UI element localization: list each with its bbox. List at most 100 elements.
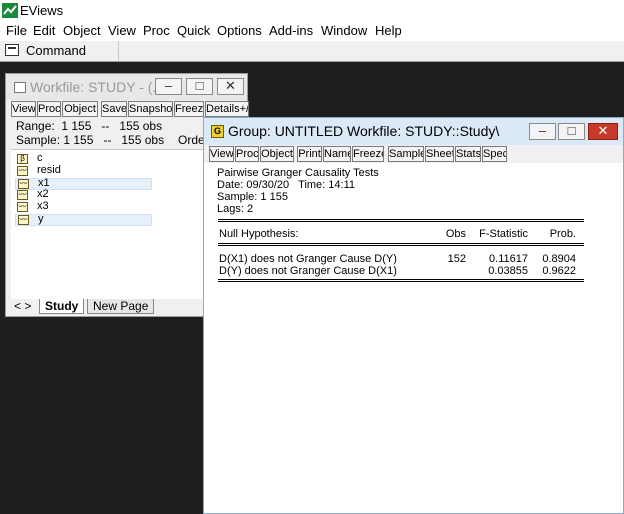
- menu-file[interactable]: File: [6, 23, 27, 38]
- list-item-resid[interactable]: 〰 resid: [15, 164, 152, 178]
- workfile-close-button[interactable]: ✕: [217, 78, 244, 95]
- grp-freeze-button[interactable]: Freeze: [352, 146, 384, 162]
- grp-stats-button[interactable]: Stats: [455, 146, 481, 162]
- workfile-order-label: Orde: [178, 133, 205, 147]
- tab-new-page[interactable]: New Page: [87, 299, 155, 314]
- col-header-prob: Prob.: [549, 228, 576, 240]
- table-rule-bottom: [218, 279, 584, 280]
- grp-proc-button[interactable]: Proc: [235, 146, 259, 162]
- row-fstat: 0.03855: [488, 265, 528, 277]
- row-fstat: 0.11617: [489, 253, 528, 265]
- tab-study[interactable]: Study: [39, 299, 85, 314]
- close-icon: ✕: [597, 123, 609, 138]
- workfile-title-bar[interactable]: Workfile: STUDY - (... – □ ✕: [6, 74, 247, 100]
- menu-view[interactable]: View: [108, 23, 136, 38]
- wf-save-button[interactable]: Save: [101, 101, 127, 117]
- row-obs: 152: [447, 253, 466, 265]
- group-title-bar[interactable]: G Group: UNTITLED Workfile: STUDY::Study…: [204, 118, 623, 145]
- command-button[interactable]: Command: [26, 43, 86, 58]
- eviews-logo-icon: [2, 3, 18, 18]
- maximize-icon: □: [567, 123, 576, 138]
- wf-proc-button[interactable]: Proc: [37, 101, 61, 117]
- output-heading: Pairwise Granger Causality Tests: [217, 167, 379, 179]
- grp-object-button[interactable]: Object: [260, 146, 294, 162]
- wf-view-button[interactable]: View: [11, 101, 36, 117]
- row-prob: 0.9622: [542, 265, 576, 277]
- table-rule-mid: [218, 243, 584, 244]
- minimize-icon: –: [164, 78, 173, 93]
- minimize-icon: –: [538, 123, 547, 138]
- table-rule-top: [218, 219, 584, 220]
- group-window: G Group: UNTITLED Workfile: STUDY::Study…: [203, 117, 624, 514]
- group-maximize-button[interactable]: □: [558, 123, 585, 140]
- row-hypothesis: D(X1) does not Granger Cause D(Y): [219, 253, 397, 265]
- command-window-icon: [5, 44, 19, 56]
- menu-add-ins[interactable]: Add-ins: [269, 23, 313, 38]
- wf-freeze-button[interactable]: Freeze: [174, 101, 204, 117]
- col-header-hypothesis: Null Hypothesis:: [219, 228, 299, 240]
- grp-spec-button[interactable]: Spec: [482, 146, 507, 162]
- menu-edit[interactable]: Edit: [33, 23, 55, 38]
- workfile-title: Workfile: STUDY - (...: [30, 79, 165, 95]
- output-lags: Lags: 2: [217, 203, 254, 215]
- menu-window[interactable]: Window: [321, 23, 367, 38]
- command-bar: Command: [0, 41, 624, 62]
- grp-sheet-button[interactable]: Sheet: [425, 146, 454, 162]
- app-title-bar: EViews: [0, 0, 624, 21]
- grp-print-button[interactable]: Print: [297, 146, 322, 162]
- series-icon: 〰: [17, 202, 28, 212]
- group-close-button[interactable]: ✕: [588, 123, 618, 140]
- group-icon: G: [211, 125, 224, 138]
- menu-proc[interactable]: Proc: [143, 23, 170, 38]
- close-icon: ✕: [225, 78, 236, 93]
- wf-object-button[interactable]: Object: [62, 101, 98, 117]
- grp-name-button[interactable]: Name: [323, 146, 351, 162]
- list-item-c[interactable]: β c: [15, 152, 152, 166]
- table-rule-mid-2: [218, 245, 584, 246]
- series-icon: 〰: [18, 215, 29, 225]
- list-item-x3[interactable]: 〰 x3: [15, 200, 152, 214]
- menu-bar: File Edit Object View Proc Quick Options…: [0, 21, 624, 41]
- wf-snapshot-button[interactable]: Snapshot: [128, 101, 173, 117]
- menu-options[interactable]: Options: [217, 23, 262, 38]
- menu-object[interactable]: Object: [63, 23, 101, 38]
- object-name: c: [37, 152, 43, 164]
- grp-view-button[interactable]: View: [209, 146, 234, 162]
- list-item-x1[interactable]: 〰 x1: [15, 177, 152, 190]
- tab-scroll-arrows[interactable]: < >: [14, 299, 31, 313]
- wf-details-button[interactable]: Details+/-: [205, 101, 249, 117]
- object-name: resid: [37, 164, 61, 176]
- maximize-icon: □: [195, 78, 204, 93]
- workfile-toolbar: View Proc Object Save Snapshot Freeze De…: [11, 101, 249, 117]
- group-toolbar: View Proc Object Print Name Freeze Sampl…: [209, 146, 509, 162]
- grp-sample-button[interactable]: Sample: [388, 146, 424, 162]
- col-header-fstat: F-Statistic: [479, 228, 528, 240]
- object-name: x2: [37, 188, 49, 200]
- series-icon: 〰: [18, 179, 29, 189]
- table-rule-top-2: [218, 221, 584, 222]
- app-title: EViews: [20, 3, 64, 18]
- command-bar-divider: [118, 41, 119, 61]
- output-sample: Sample: 1 155: [217, 191, 288, 203]
- object-name: y: [38, 213, 44, 225]
- table-rule-bottom-2: [218, 281, 584, 282]
- menu-quick[interactable]: Quick: [177, 23, 210, 38]
- group-title: Group: UNTITLED Workfile: STUDY::Study\: [228, 123, 500, 139]
- workfile-range: Range: 1 155 -- 155 obs: [16, 119, 163, 133]
- menu-help[interactable]: Help: [375, 23, 402, 38]
- object-name: x3: [37, 200, 49, 212]
- granger-output: Pairwise Granger Causality Tests Date: 0…: [214, 166, 619, 511]
- col-header-obs: Obs: [445, 228, 466, 240]
- series-icon: 〰: [17, 166, 28, 176]
- group-minimize-button[interactable]: –: [529, 123, 556, 140]
- workfile-maximize-button[interactable]: □: [186, 78, 213, 95]
- list-item-y[interactable]: 〰 y: [15, 213, 152, 226]
- workfile-icon: [14, 82, 26, 93]
- workfile-minimize-button[interactable]: –: [155, 78, 182, 95]
- workfile-sample: Sample: 1 155 -- 155 obs: [16, 133, 165, 147]
- row-prob: 0.8904: [542, 253, 576, 265]
- output-date: Date: 09/30/20 Time: 14:11: [217, 179, 355, 191]
- row-hypothesis: D(Y) does not Granger Cause D(X1): [219, 265, 397, 277]
- coefficient-icon: β: [17, 154, 28, 164]
- list-item-x2[interactable]: 〰 x2: [15, 188, 152, 202]
